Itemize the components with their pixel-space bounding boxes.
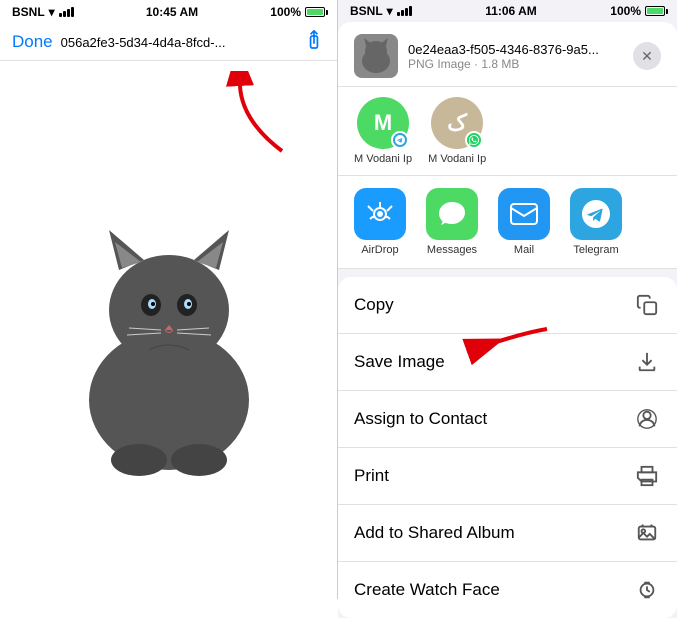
left-file-name: 056a2fe3-5d34-4d4a-8fcd-...	[61, 35, 295, 50]
app-item-messages[interactable]: Messages	[426, 188, 478, 256]
action-save-image[interactable]: Save Image	[338, 334, 677, 391]
save-svg	[636, 351, 658, 373]
rbar2	[401, 10, 404, 16]
action-assign-contact[interactable]: Assign to Contact	[338, 391, 677, 448]
action-print[interactable]: Print	[338, 448, 677, 505]
app-label-messages: Messages	[427, 244, 477, 256]
file-title: 0e24eaa3-f505-4346-8376-9a5...	[408, 42, 623, 57]
messages-icon	[426, 188, 478, 240]
file-meta: PNG Image · 1.8 MB	[408, 57, 623, 71]
contacts-row: M M Vodani Ip ک	[338, 87, 677, 176]
thumb-cat-icon	[356, 36, 396, 76]
whatsapp-mini-icon	[469, 135, 479, 145]
album-icon	[633, 519, 661, 547]
left-status-right: 100%	[270, 5, 325, 19]
action-watch-label: Create Watch Face	[354, 580, 500, 600]
bar4	[71, 7, 74, 17]
watch-icon	[633, 576, 661, 604]
action-album-label: Add to Shared Album	[354, 523, 515, 543]
bar2	[63, 11, 66, 17]
print-icon	[633, 462, 661, 490]
right-status-bar: BSNL ▾ 11:06 AM 100%	[338, 0, 677, 22]
action-print-label: Print	[354, 466, 389, 486]
contact-name-1: M Vodani Ip	[354, 153, 412, 165]
left-status-left: BSNL ▾	[12, 5, 74, 19]
right-time: 11:06 AM	[485, 4, 537, 18]
left-time: 10:45 AM	[146, 5, 198, 19]
app-item-mail[interactable]: Mail	[498, 188, 550, 256]
telegram-mini-icon	[395, 135, 405, 145]
telegram-badge-1	[391, 131, 409, 149]
print-svg	[636, 465, 658, 487]
left-carrier: BSNL	[12, 5, 45, 19]
done-button[interactable]: Done	[12, 32, 53, 52]
share-file-info: 0e24eaa3-f505-4346-8376-9a5... PNG Image…	[354, 34, 661, 78]
mail-svg	[509, 202, 539, 226]
left-wifi-icon: ▾	[49, 5, 55, 19]
right-battery-icon	[645, 6, 665, 16]
rbar3	[405, 8, 408, 16]
file-thumbnail	[354, 34, 398, 78]
telegram-icon	[570, 188, 622, 240]
copy-icon	[633, 291, 661, 319]
save-icon	[633, 348, 661, 376]
contact-name-2: M Vodani Ip	[428, 153, 486, 165]
red-arrow-left	[222, 71, 312, 161]
file-details: 0e24eaa3-f505-4346-8376-9a5... PNG Image…	[408, 42, 623, 71]
messages-svg	[437, 200, 467, 228]
right-battery-pct: 100%	[610, 4, 641, 18]
share-icon-left[interactable]	[303, 30, 325, 54]
right-panel: BSNL ▾ 11:06 AM 100%	[338, 0, 677, 599]
cat-image	[59, 180, 279, 480]
action-shared-album[interactable]: Add to Shared Album	[338, 505, 677, 562]
close-button[interactable]: ✕	[633, 42, 661, 70]
left-battery-pct: 100%	[270, 5, 301, 19]
airdrop-svg	[365, 199, 395, 229]
contact-item-2[interactable]: ک M Vodani Ip	[428, 97, 486, 165]
action-save-label: Save Image	[354, 352, 445, 372]
rbar4	[409, 6, 412, 16]
contact-avatar-1: M	[357, 97, 409, 149]
airdrop-icon	[354, 188, 406, 240]
left-battery-icon	[305, 7, 325, 17]
mail-icon	[498, 188, 550, 240]
app-label-airdrop: AirDrop	[361, 244, 398, 256]
app-label-mail: Mail	[514, 244, 534, 256]
app-item-airdrop[interactable]: AirDrop	[354, 188, 406, 256]
app-label-telegram: Telegram	[573, 244, 618, 256]
actions-list: Copy Save Image	[338, 277, 677, 618]
bar1	[59, 13, 62, 17]
telegram-svg	[582, 200, 610, 228]
contact-svg	[636, 408, 658, 430]
rbar1	[397, 12, 400, 16]
action-copy-label: Copy	[354, 295, 394, 315]
right-status-right: 100%	[610, 4, 665, 18]
right-wifi-icon: ▾	[387, 4, 393, 18]
app-item-telegram[interactable]: Telegram	[570, 188, 622, 256]
apps-row: AirDrop Messages Mail	[338, 176, 677, 269]
left-panel: BSNL ▾ 10:45 AM 100% Done 056a2fe3-5d34-…	[0, 0, 338, 599]
bar3	[67, 9, 70, 17]
action-watch-face[interactable]: Create Watch Face	[338, 562, 677, 618]
share-header: 0e24eaa3-f505-4346-8376-9a5... PNG Image…	[338, 22, 677, 87]
album-svg	[636, 522, 658, 544]
battery-fill	[307, 9, 323, 15]
right-status-left: BSNL ▾	[350, 4, 412, 18]
copy-svg	[636, 294, 658, 316]
right-battery-fill	[647, 8, 663, 14]
left-status-bar: BSNL ▾ 10:45 AM 100%	[0, 0, 337, 24]
watch-svg	[636, 579, 658, 601]
whatsapp-badge-2	[465, 131, 483, 149]
signal-bars	[59, 7, 74, 17]
right-carrier: BSNL	[350, 4, 383, 18]
share-sheet: 0e24eaa3-f505-4346-8376-9a5... PNG Image…	[338, 22, 677, 618]
action-assign-label: Assign to Contact	[354, 409, 487, 429]
contact-icon	[633, 405, 661, 433]
contact-item-1[interactable]: M M Vodani Ip	[354, 97, 412, 165]
left-image-area	[0, 61, 337, 599]
right-signal-bars	[397, 6, 412, 16]
left-nav-bar: Done 056a2fe3-5d34-4d4a-8fcd-...	[0, 24, 337, 61]
contact-avatar-2: ک	[431, 97, 483, 149]
action-copy[interactable]: Copy	[338, 277, 677, 334]
